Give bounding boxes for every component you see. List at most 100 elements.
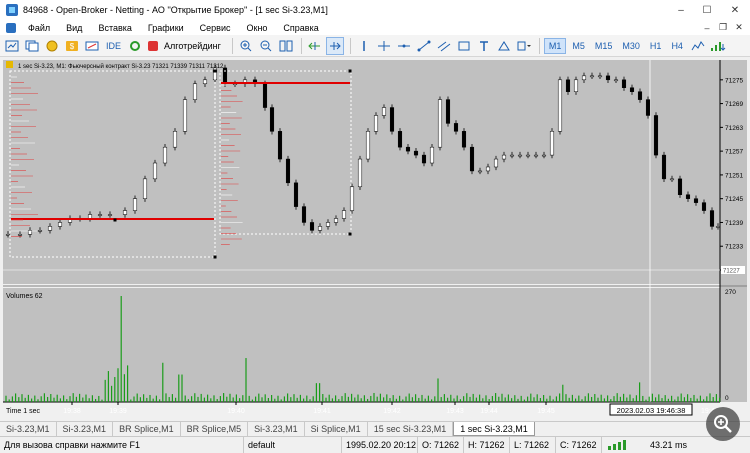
dollar-icon[interactable]: $ [63,37,81,55]
timeframe-m1[interactable]: M1 [543,37,567,54]
current-price-label: 71227 [723,269,740,275]
new-chart-icon[interactable] [3,37,21,55]
time-tick-label: 19:42 [383,408,401,415]
channel-icon[interactable] [435,37,453,55]
candle-body [142,178,148,199]
candle-body [565,79,571,92]
rectangle-icon[interactable] [455,37,473,55]
menu-file[interactable]: Файл [20,23,58,33]
window-title: 84968 - Open-Broker - Netting - АО ''Отк… [23,5,328,15]
status-high: H: 71262 [464,436,510,453]
candle-body [613,79,619,82]
navigator-icon[interactable] [83,37,101,55]
autoscroll-icon[interactable] [325,36,344,55]
zoom-in-icon[interactable] [237,37,255,55]
candle-body [677,178,683,195]
tab-chart-8[interactable]: 1 sec Si-3.23,M1 [453,422,535,436]
status-connection-icon[interactable] [602,437,646,453]
candle-body [445,99,451,124]
candle-body [262,83,268,108]
algo-trading-button[interactable]: Алготрейдинг [146,37,226,55]
tile-windows-icon[interactable] [277,37,295,55]
close-button[interactable]: ✕ [722,0,748,20]
zoom-icon[interactable] [706,407,740,441]
menu-bar: Файл Вид Вставка Графики Сервис Окно Спр… [0,20,750,35]
mdi-minimize-button[interactable]: – [700,20,714,35]
tab-chart-1[interactable]: Si-3.23,M1 [0,422,57,436]
menu-tools[interactable]: Сервис [192,23,239,33]
minimize-button[interactable]: – [668,0,694,20]
text-icon[interactable] [475,37,493,55]
candle-body [477,170,483,173]
menu-insert[interactable]: Вставка [90,23,139,33]
profiles-icon[interactable] [23,37,41,55]
crosshair-icon[interactable] [375,37,393,55]
time-tick-label: 19:39 [109,408,127,415]
timeframe-m15[interactable]: M15 [591,38,617,54]
mdi-restore-button[interactable]: ❐ [716,20,730,35]
timeframe-h1[interactable]: H1 [646,38,666,54]
candle-body [429,146,435,164]
candle-body [357,158,363,188]
strategy-tester-icon[interactable] [126,37,144,55]
signal-strength-icon[interactable] [709,37,727,55]
chart-shift-icon[interactable] [306,37,324,55]
timeframe-m5[interactable]: M5 [568,38,589,54]
zoom-out-icon[interactable] [257,37,275,55]
tab-chart-7[interactable]: 15 sec Si-3.23,M1 [368,422,454,436]
toolbar: $ IDE Алготрейдинг M1 M5 M15 M30 H1 H4 [0,35,750,57]
candle-body [349,186,355,211]
chart-canvas[interactable]: 1 sec Si-3.23, M1: Фьючерсный контракт S… [0,57,750,421]
chart-window[interactable]: 1 sec Si-3.23, M1: Фьючерсный контракт S… [0,57,750,421]
price-tick-label: 71233 [725,244,743,251]
time-label: Time 1 sec [6,408,40,415]
timeframe-h4[interactable]: H4 [667,38,687,54]
price-tick-label: 71245 [725,196,743,203]
cursor-icon[interactable] [355,37,373,55]
vertical-line-icon[interactable] [395,37,413,55]
market-watch-icon[interactable] [43,37,61,55]
tab-chart-6[interactable]: Si Splice,M1 [305,422,368,436]
price-tick-label: 71263 [725,125,743,132]
anchor-point [113,218,117,222]
ide-button[interactable]: IDE [103,37,124,55]
price-tick-label: 71269 [725,101,743,108]
candle-body [317,226,323,231]
tab-chart-5[interactable]: Si-3.23,M1 [248,422,305,436]
candle-body [365,131,371,160]
menu-help[interactable]: Справка [275,23,326,33]
anchor-point [213,255,217,259]
volume-tick-label: 270 [725,289,736,296]
menu-window[interactable]: Окно [239,23,276,33]
indicators-icon[interactable] [689,37,707,55]
candle-body [453,123,459,132]
status-profile[interactable]: default [244,436,342,453]
menu-view[interactable]: Вид [58,23,90,33]
candle-body [669,178,675,181]
more-tools-dropdown-icon[interactable] [515,37,533,55]
timeframe-m30[interactable]: M30 [618,38,644,54]
shapes-icon[interactable] [495,37,513,55]
anchor-point [213,69,217,73]
trendline-icon[interactable] [415,37,433,55]
candle-body [172,131,178,148]
status-close: C: 71262 [556,436,602,453]
crosshair-time-label: 2023.02.03 19:46:38 [617,406,686,415]
mdi-close-button[interactable]: ✕ [732,20,746,35]
toolbar-separator [231,37,233,54]
chart-status-icon [6,61,13,68]
toolbar-separator [300,37,302,54]
candle-body [469,146,475,172]
tab-chart-2[interactable]: Si-3.23,M1 [57,422,114,436]
candle-body [182,99,188,132]
menu-charts[interactable]: Графики [140,23,192,33]
candle-body [373,115,379,132]
tab-chart-4[interactable]: BR Splice,M5 [181,422,249,436]
tab-chart-3[interactable]: BR Splice,M1 [113,422,181,436]
candle-body [701,202,707,211]
candle-body [629,87,635,92]
candle-body [589,75,595,78]
candle-body [397,131,403,148]
candle-body [715,226,721,228]
maximize-button[interactable]: ☐ [694,0,720,20]
